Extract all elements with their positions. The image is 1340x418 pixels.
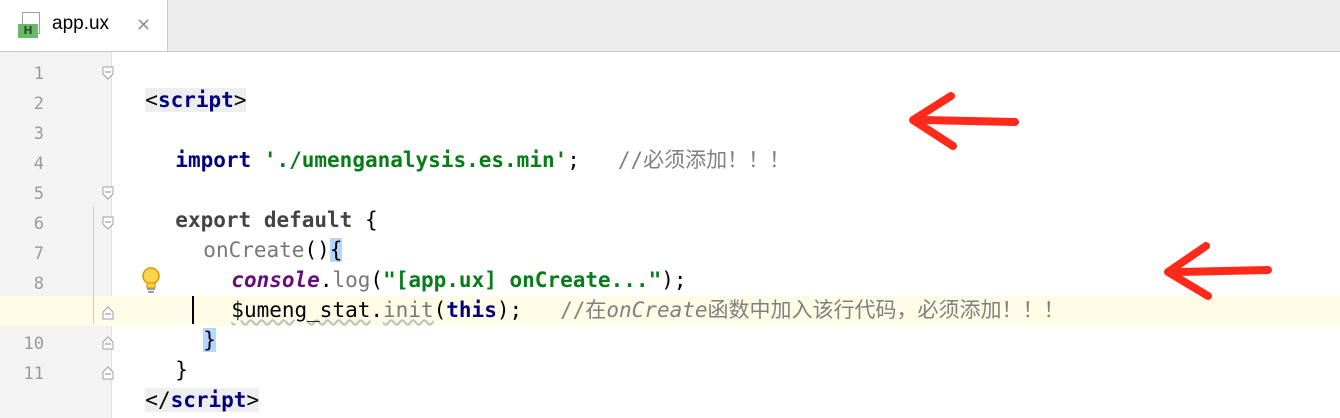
line-number: 3 <box>33 124 44 144</box>
arrow-left-icon <box>905 90 1020 156</box>
line-number: 5 <box>33 184 44 204</box>
tab-app-ux[interactable]: H app.ux × <box>0 0 168 51</box>
arrow-left-icon <box>1160 240 1275 306</box>
line-number-gutter: 1 2 3 4 5 6 7 8 9 10 11 <box>0 52 112 418</box>
line-number: 7 <box>33 244 44 264</box>
fold-icon[interactable] <box>102 336 114 350</box>
line-number: 10 <box>23 334 44 354</box>
fold-icon[interactable] <box>102 186 114 200</box>
fold-icon[interactable] <box>102 366 114 380</box>
fold-icon[interactable] <box>102 216 114 230</box>
code-line-11[interactable]: </script> <box>120 358 260 414</box>
line-number: 2 <box>33 94 44 114</box>
code-line-3[interactable]: import './umenganalysis.es.min'; //必须添加！… <box>150 118 790 174</box>
fold-icon[interactable] <box>102 66 114 80</box>
line-number: 1 <box>33 64 44 84</box>
fold-icon[interactable] <box>102 306 114 320</box>
editor-tab-bar: H app.ux × <box>0 0 1340 52</box>
line-number: 6 <box>33 214 44 234</box>
code-line-1[interactable]: <script> <box>120 58 247 114</box>
html-file-icon: H <box>18 12 42 38</box>
text-caret <box>192 296 194 324</box>
line-number: 11 <box>23 364 44 384</box>
close-icon[interactable]: × <box>136 14 151 35</box>
code-line-8[interactable]: $umeng_stat.init(this); //在onCreate函数中加入… <box>206 268 1064 324</box>
fold-range-line <box>93 206 94 324</box>
line-number: 8 <box>33 274 44 294</box>
tab-label: app.ux <box>52 13 110 34</box>
line-number: 4 <box>33 154 44 174</box>
lightbulb-icon[interactable] <box>139 265 163 295</box>
